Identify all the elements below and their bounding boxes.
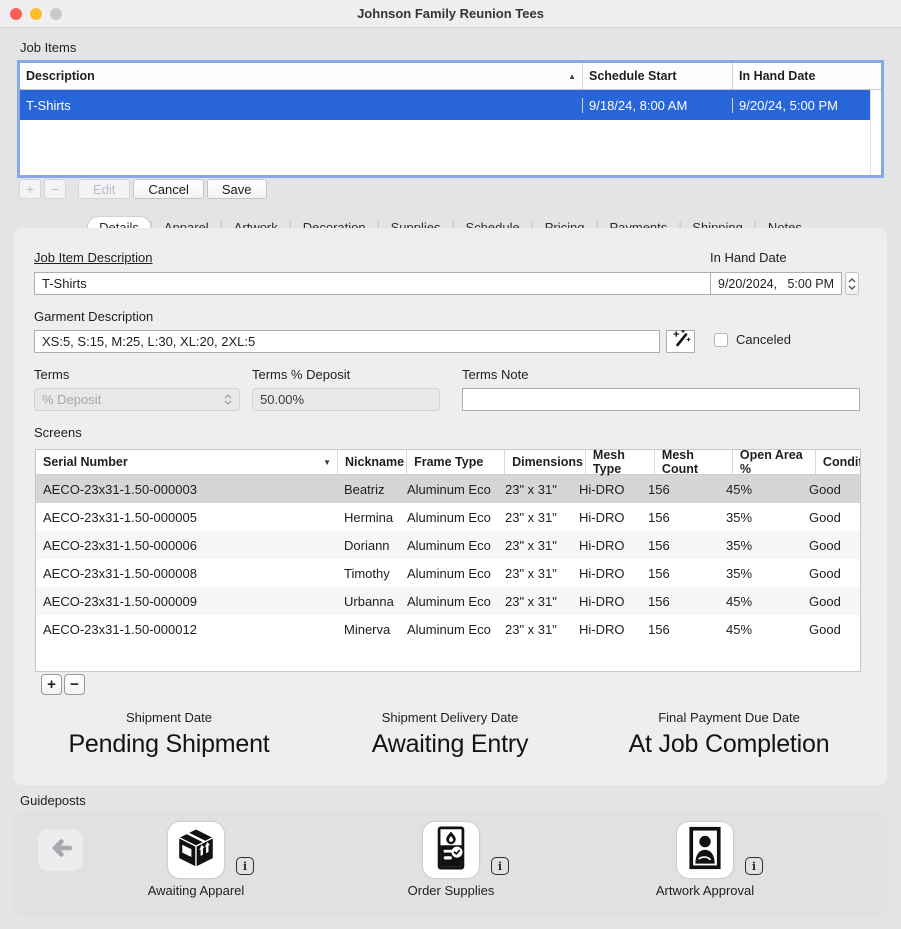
- job-items-row-selected[interactable]: T-Shirts 9/18/24, 8:00 AM 9/20/24, 5:00 …: [20, 90, 870, 120]
- title-bar: Johnson Family Reunion Tees: [0, 0, 901, 28]
- shipment-date-status: Shipment Date Pending Shipment: [19, 710, 319, 759]
- save-button[interactable]: Save: [207, 179, 267, 199]
- terms-note-input[interactable]: [462, 388, 860, 411]
- job-item-schedule-start-cell: 9/18/24, 8:00 AM: [582, 98, 732, 113]
- canceled-label: Canceled: [736, 332, 791, 347]
- job-items-col-in-hand-date[interactable]: In Hand Date: [732, 63, 881, 89]
- awaiting-apparel-label: Awaiting Apparel: [96, 883, 296, 898]
- order-supplies-label: Order Supplies: [351, 883, 551, 898]
- terms-pct-deposit-label: Terms % Deposit: [252, 367, 350, 382]
- window-title: Johnson Family Reunion Tees: [357, 6, 544, 21]
- job-items-col-description[interactable]: Description ▲: [20, 63, 582, 89]
- final-payment-label: Final Payment Due Date: [579, 710, 879, 725]
- in-hand-date-input[interactable]: 9/20/2024, 5:00 PM: [710, 272, 842, 295]
- remove-screen-button[interactable]: −: [64, 674, 85, 695]
- terms-note-label: Terms Note: [462, 367, 528, 382]
- artwork-approval-button[interactable]: [677, 822, 733, 878]
- order-supplies-button[interactable]: [423, 822, 479, 878]
- back-button[interactable]: [38, 829, 83, 871]
- job-items-toolbar: + − Edit Cancel Save: [19, 179, 267, 199]
- job-items-col-schedule-start[interactable]: Schedule Start: [582, 63, 732, 89]
- info-icon[interactable]: i: [491, 857, 509, 875]
- screens-col-open-area[interactable]: Open Area %: [732, 450, 815, 474]
- edit-button[interactable]: Edit: [78, 179, 130, 199]
- screens-header: Serial Number ▼ Nickname Frame Type Dime…: [36, 450, 860, 475]
- add-screen-button[interactable]: +: [41, 674, 62, 695]
- job-item-description-cell: T-Shirts: [20, 98, 582, 113]
- dropdown-chevrons-icon: [224, 394, 232, 405]
- minimize-window-icon[interactable]: [30, 8, 42, 20]
- canceled-checkbox[interactable]: [714, 333, 728, 347]
- table-row[interactable]: AECO-23x31-1.50-000003Beatriz Aluminum E…: [36, 475, 860, 503]
- app-window: { "window": { "title": "Johnson Family R…: [0, 0, 901, 929]
- info-icon[interactable]: i: [236, 857, 254, 875]
- screens-label: Screens: [34, 425, 82, 440]
- screens-col-condition[interactable]: Condition: [815, 450, 861, 474]
- table-row[interactable]: AECO-23x31-1.50-000009Urbanna Aluminum E…: [36, 587, 860, 615]
- screens-col-mesh-count[interactable]: Mesh Count: [654, 450, 732, 474]
- framed-portrait-icon: [683, 826, 727, 875]
- terms-pct-deposit-field: 50.00%: [252, 388, 440, 411]
- in-hand-date-label: In Hand Date: [710, 250, 787, 265]
- screens-col-frame-type[interactable]: Frame Type: [406, 450, 504, 474]
- artwork-approval-label: Artwork Approval: [605, 883, 805, 898]
- sort-descending-icon: ▼: [323, 458, 331, 467]
- table-row[interactable]: AECO-23x31-1.50-000005Hermina Aluminum E…: [36, 503, 860, 531]
- garment-description-label: Garment Description: [34, 309, 153, 324]
- job-items-label: Job Items: [20, 40, 76, 55]
- table-row[interactable]: AECO-23x31-1.50-000012Minerva Aluminum E…: [36, 615, 860, 643]
- window-controls: [10, 8, 62, 20]
- screens-col-dimensions[interactable]: Dimensions: [504, 450, 585, 474]
- job-item-description-label[interactable]: Job Item Description: [34, 250, 153, 265]
- job-items-scrollbar[interactable]: [870, 90, 881, 175]
- shipment-delivery-label: Shipment Delivery Date: [300, 710, 600, 725]
- in-hand-date-stepper[interactable]: [845, 272, 859, 295]
- job-item-in-hand-cell: 9/20/24, 5:00 PM: [732, 98, 870, 113]
- stepper-down-icon: [848, 285, 856, 290]
- screens-col-serial[interactable]: Serial Number ▼: [36, 450, 337, 474]
- sort-ascending-icon: ▲: [568, 72, 576, 81]
- shipment-date-value: Pending Shipment: [19, 730, 319, 759]
- add-job-item-button[interactable]: +: [19, 179, 41, 199]
- awaiting-apparel-button[interactable]: [168, 822, 224, 878]
- job-items-header: Description ▲ Schedule Start In Hand Dat…: [20, 63, 881, 90]
- remove-job-item-button[interactable]: −: [44, 179, 66, 199]
- table-row[interactable]: AECO-23x31-1.50-000008Timothy Aluminum E…: [36, 559, 860, 587]
- back-arrow-icon: [49, 838, 73, 863]
- close-window-icon[interactable]: [10, 8, 22, 20]
- garment-description-input[interactable]: XS:5, S:15, M:25, L:30, XL:20, 2XL:5: [34, 330, 660, 353]
- details-panel: Job Item Description T-Shirts In Hand Da…: [14, 228, 887, 785]
- cancel-button[interactable]: Cancel: [133, 179, 203, 199]
- guideposts-label: Guideposts: [20, 793, 86, 808]
- screens-toolbar: + −: [41, 674, 85, 695]
- job-items-table: Description ▲ Schedule Start In Hand Dat…: [17, 60, 884, 178]
- autofill-garment-button[interactable]: [666, 330, 695, 353]
- screens-col-nickname[interactable]: Nickname: [337, 450, 406, 474]
- screens-col-mesh-type[interactable]: Mesh Type: [585, 450, 654, 474]
- info-icon[interactable]: i: [745, 857, 763, 875]
- table-row[interactable]: AECO-23x31-1.50-000006Doriann Aluminum E…: [36, 531, 860, 559]
- magic-wand-icon: [671, 330, 691, 353]
- shipment-delivery-value: Awaiting Entry: [300, 730, 600, 759]
- screens-table: Serial Number ▼ Nickname Frame Type Dime…: [35, 449, 861, 672]
- package-box-icon: [174, 826, 218, 875]
- supplies-label-icon: [429, 826, 473, 875]
- guideposts-panel: i Awaiting Apparel i Order Supplies: [14, 812, 887, 916]
- terms-label: Terms: [34, 367, 69, 382]
- zoom-window-icon: [50, 8, 62, 20]
- terms-dropdown: % Deposit: [34, 388, 240, 411]
- final-payment-value: At Job Completion: [579, 730, 879, 759]
- job-item-description-input[interactable]: T-Shirts: [34, 272, 761, 295]
- shipment-date-label: Shipment Date: [19, 710, 319, 725]
- final-payment-status: Final Payment Due Date At Job Completion: [579, 710, 879, 759]
- stepper-up-icon: [848, 278, 856, 283]
- shipment-delivery-status: Shipment Delivery Date Awaiting Entry: [300, 710, 600, 759]
